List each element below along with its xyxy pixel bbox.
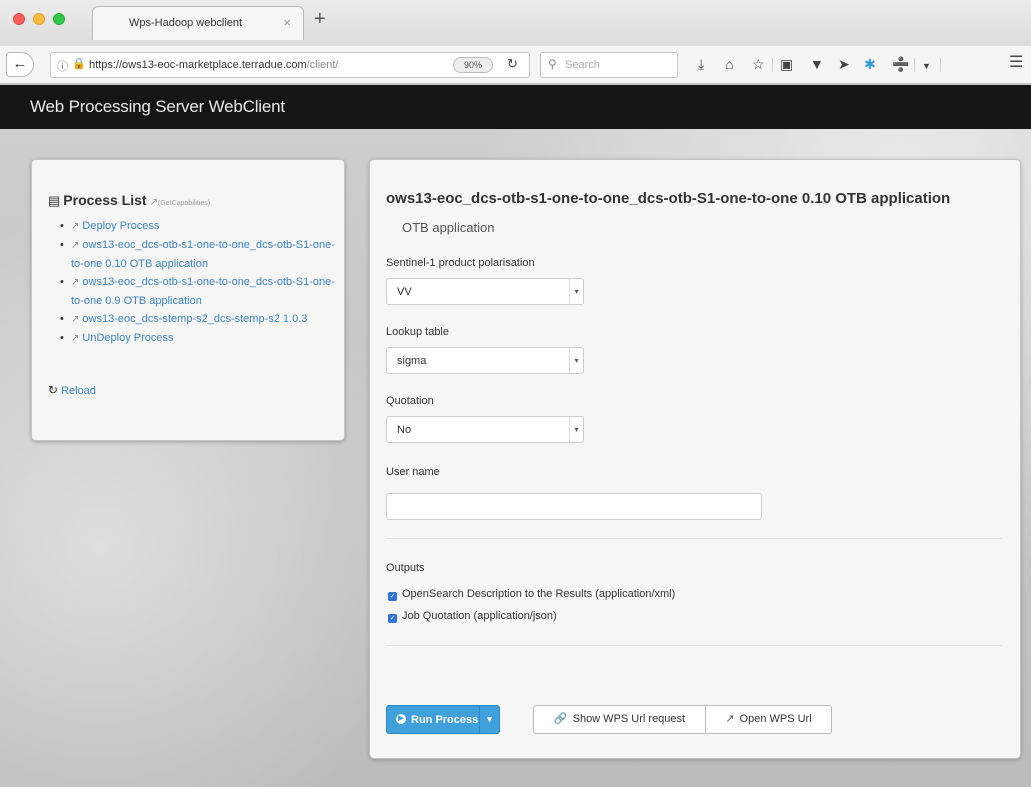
divider xyxy=(386,645,1002,646)
process-list-item[interactable]: ↗ows13-eoc_dcs-stemp-s2_dcs-stemp-s2 1.0… xyxy=(60,310,340,329)
reload-icon[interactable]: ↻ xyxy=(507,56,518,72)
quotation-select[interactable]: No ▾ xyxy=(386,416,584,443)
toolbar-separator xyxy=(940,58,941,72)
run-dropdown-toggle[interactable]: ▾ xyxy=(479,706,499,733)
lock-icon: 🔒 xyxy=(72,58,86,70)
process-list-panel: ▤Process List↗(GetCapabilities) ↗Deploy … xyxy=(31,159,345,441)
hamburger-menu-icon[interactable]: ☰ xyxy=(1009,55,1023,71)
checkbox-checked[interactable]: ✓ xyxy=(388,614,397,623)
reload-label[interactable]: Reload xyxy=(61,385,96,397)
pocket-icon[interactable]: ▼ xyxy=(810,57,824,71)
show-wps-url-label: Show WPS Url request xyxy=(572,713,686,725)
select-arrows-icon: ▾ xyxy=(569,417,583,442)
lookup-table-select[interactable]: sigma ▾ xyxy=(386,347,584,374)
search-placeholder: Search xyxy=(565,59,600,71)
extension-alt-icon[interactable]: ➗ xyxy=(892,57,909,71)
process-list-item[interactable]: ↗ows13-eoc_dcs-otb-s1-one-to-one_dcs-otb… xyxy=(60,236,340,273)
quotation-value: No xyxy=(397,424,412,436)
process-list-item[interactable]: ↗ows13-eoc_dcs-otb-s1-one-to-one_dcs-otb… xyxy=(60,273,340,310)
external-link-icon: ↗ xyxy=(71,314,80,325)
browser-titlebar: Wps-Hadoop webclient × + xyxy=(0,0,1031,46)
process-link-label[interactable]: Deploy Process xyxy=(82,220,159,232)
getcapabilities-link[interactable]: (GetCapabilities) xyxy=(158,200,210,207)
link-icon: 🔗 xyxy=(553,713,568,725)
process-link-label[interactable]: ows13-eoc_dcs-otb-s1-one-to-one_dcs-otb-… xyxy=(71,239,335,270)
reload-link[interactable]: ↻ Reload xyxy=(48,383,96,397)
browser-toolbar: ← ⓘ 🔒 https://ows13-eoc-marketplace.terr… xyxy=(0,46,1031,84)
select-arrows-icon: ▾ xyxy=(569,348,583,373)
user-name-input[interactable] xyxy=(386,493,762,520)
output-option[interactable]: ✓ OpenSearch Description to the Results (… xyxy=(388,588,675,601)
process-form-panel: ows13-eoc_dcs-otb-s1-one-to-one_dcs-otb-… xyxy=(369,159,1021,759)
run-process-label: Run Process xyxy=(411,714,479,726)
user-name-label: User name xyxy=(386,466,440,478)
url-path: /client/ xyxy=(306,59,339,71)
external-link-icon: ↗ xyxy=(725,713,735,725)
back-button[interactable]: ← xyxy=(6,52,34,77)
polarisation-value: VV xyxy=(397,286,412,298)
open-wps-url-label: Open WPS Url xyxy=(739,713,812,725)
search-icon: ⚲ xyxy=(548,57,557,71)
browser-tab[interactable]: Wps-Hadoop webclient × xyxy=(92,6,304,40)
toolbar-separator xyxy=(914,58,915,72)
page-content: Web Processing Server WebClient ▤ Process… xyxy=(0,85,1031,787)
external-link-icon: ↗ xyxy=(71,333,80,344)
process-list-title: Process List xyxy=(63,192,147,208)
run-process-button[interactable]: ▶ Run Process ▾ xyxy=(386,705,500,734)
output-option-label: OpenSearch Description to the Results (a… xyxy=(402,588,676,600)
process-title: ows13-eoc_dcs-otb-s1-one-to-one_dcs-otb-… xyxy=(386,190,951,207)
star-icon[interactable]: ☆ xyxy=(752,57,765,71)
url-host: https://ows13-eoc-marketplace.terradue.c… xyxy=(89,59,307,71)
process-list-header: ▤ Process List ↗(GetCapabilities) xyxy=(48,192,210,209)
minimize-window-button[interactable] xyxy=(33,13,45,25)
show-wps-url-button[interactable]: 🔗 Show WPS Url request xyxy=(533,705,706,734)
outputs-label: Outputs xyxy=(386,562,425,574)
lookup-table-value: sigma xyxy=(397,355,427,367)
quotation-label: Quotation xyxy=(386,395,434,407)
home-icon[interactable]: ⌂ xyxy=(725,57,733,71)
toolbar-separator xyxy=(772,58,773,72)
url-text: https://ows13-eoc-marketplace.terradue.c… xyxy=(89,59,338,71)
chevron-down-icon[interactable]: ▼ xyxy=(922,59,931,73)
divider xyxy=(386,538,1002,539)
app-header: Web Processing Server WebClient xyxy=(0,85,1031,129)
maximize-window-button[interactable] xyxy=(53,13,65,25)
browser-search-bar[interactable]: ⚲ Search xyxy=(540,52,678,78)
output-option-label: Job Quotation (application/json) xyxy=(402,610,557,622)
output-option[interactable]: ✓ Job Quotation (application/json) xyxy=(388,610,557,623)
app-title: Web Processing Server WebClient xyxy=(30,97,285,116)
play-circle-icon: ▶ xyxy=(396,714,406,724)
select-arrows-icon: ▾ xyxy=(569,279,583,304)
url-bar[interactable]: ⓘ 🔒 https://ows13-eoc-marketplace.terrad… xyxy=(50,52,530,78)
lookup-table-label: Lookup table xyxy=(386,326,449,338)
download-icon[interactable]: ⤓ xyxy=(698,57,704,71)
open-wps-url-button[interactable]: ↗ Open WPS Url xyxy=(705,705,832,734)
tab-close-icon[interactable]: × xyxy=(283,15,291,30)
info-icon[interactable]: ⓘ xyxy=(57,58,68,74)
new-tab-button[interactable]: + xyxy=(314,9,326,29)
process-link-label[interactable]: ows13-eoc_dcs-stemp-s2_dcs-stemp-s2 1.0.… xyxy=(82,313,307,325)
arrow-left-icon: ← xyxy=(12,55,28,72)
process-link-label[interactable]: ows13-eoc_dcs-otb-s1-one-to-one_dcs-otb-… xyxy=(71,276,335,307)
tab-title: Wps-Hadoop webclient xyxy=(129,17,243,29)
process-subtitle: OTB application xyxy=(402,220,495,235)
checkbox-checked[interactable]: ✓ xyxy=(388,592,397,601)
external-link-icon: ↗ xyxy=(71,221,80,232)
refresh-icon: ↻ xyxy=(48,383,59,397)
send-icon[interactable]: ➤ xyxy=(838,57,850,71)
external-link-icon: ↗ xyxy=(71,240,80,251)
process-list-item[interactable]: ↗UnDeploy Process xyxy=(60,329,340,348)
process-list: ↗Deploy Process ↗ows13-eoc_dcs-otb-s1-on… xyxy=(60,217,340,348)
zoom-level-badge[interactable]: 90% xyxy=(453,57,493,73)
process-link-label[interactable]: UnDeploy Process xyxy=(82,332,173,344)
list-icon: ▤ xyxy=(48,193,61,208)
external-link-icon: ↗ xyxy=(71,277,80,288)
close-window-button[interactable] xyxy=(13,13,25,25)
process-list-item[interactable]: ↗Deploy Process xyxy=(60,217,340,236)
extension-icon[interactable]: ✱ xyxy=(864,57,876,71)
external-link-icon[interactable]: ↗ xyxy=(150,197,158,208)
polarisation-label: Sentinel-1 product polarisation xyxy=(386,257,535,269)
clipboard-icon[interactable]: ▣ xyxy=(780,57,793,71)
polarisation-select[interactable]: VV ▾ xyxy=(386,278,584,305)
